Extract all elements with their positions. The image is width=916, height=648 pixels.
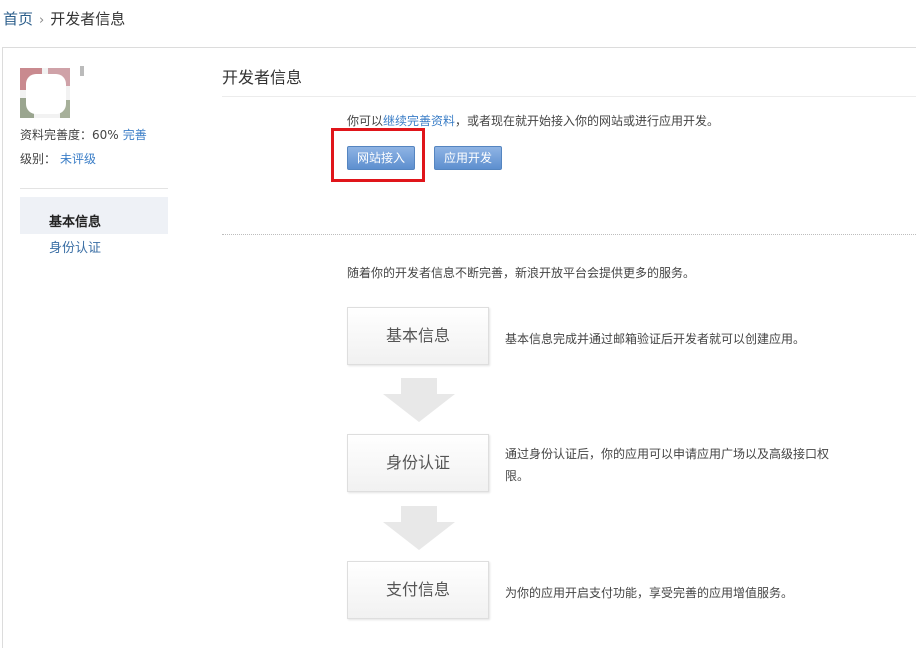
level-value-link[interactable]: 未评级	[60, 152, 96, 166]
step-basic-info-text: 基本信息完成并通过邮箱验证后开发者就可以创建应用。	[505, 332, 806, 346]
completeness-label: 资料完善度：60%	[20, 128, 119, 142]
intro-prefix: 你可以	[347, 114, 384, 128]
services-description: 随着你的开发者信息不断完善，新浪开放平台会提供更多的服务。	[347, 266, 696, 280]
profile-level: 级别： 未评级	[20, 151, 96, 167]
step-identity-text-line2: 限。	[505, 469, 530, 483]
title-divider	[222, 96, 916, 97]
sidebar-item-identity[interactable]: 身份认证	[49, 240, 101, 258]
breadcrumb: 首页 › 开发者信息	[3, 9, 125, 31]
complete-profile-link[interactable]: 完善	[123, 128, 147, 142]
avatar[interactable]	[20, 68, 70, 118]
down-arrow-icon	[383, 378, 455, 422]
step-basic-info: 基本信息	[347, 307, 489, 365]
sidebar-divider	[20, 188, 168, 189]
down-arrow-icon	[383, 506, 455, 550]
profile-completeness: 资料完善度：60% 完善	[20, 127, 147, 143]
breadcrumb-separator-icon: ›	[39, 13, 45, 28]
continue-profile-link[interactable]: 继续完善资料	[383, 114, 455, 128]
app-develop-button[interactable]: 应用开发	[434, 146, 502, 170]
step-payment: 支付信息	[347, 561, 489, 619]
breadcrumb-home-link[interactable]: 首页	[3, 10, 33, 28]
breadcrumb-current: 开发者信息	[50, 10, 126, 28]
sidebar-item-basic-info[interactable]: 基本信息	[49, 214, 101, 232]
intro-text: 你可以继续完善资料，或者现在就开始接入你的网站或进行应用开发。	[347, 113, 719, 129]
intro-suffix: ，或者现在就开始接入你的网站或进行应用开发。	[455, 114, 720, 128]
level-label: 级别：	[20, 152, 57, 166]
step-identity-text-line1: 通过身份认证后，你的应用可以申请应用广场以及高级接口权	[505, 447, 830, 461]
step-identity: 身份认证	[347, 434, 489, 492]
dotted-divider	[222, 234, 916, 235]
page-title: 开发者信息	[222, 68, 303, 87]
username-blurred	[80, 66, 84, 76]
step-payment-text: 为你的应用开启支付功能，享受完善的应用增值服务。	[505, 586, 794, 600]
highlight-box	[331, 128, 425, 182]
step-identity-text: 通过身份认证后，你的应用可以申请应用广场以及高级接口权 限。	[505, 443, 829, 487]
